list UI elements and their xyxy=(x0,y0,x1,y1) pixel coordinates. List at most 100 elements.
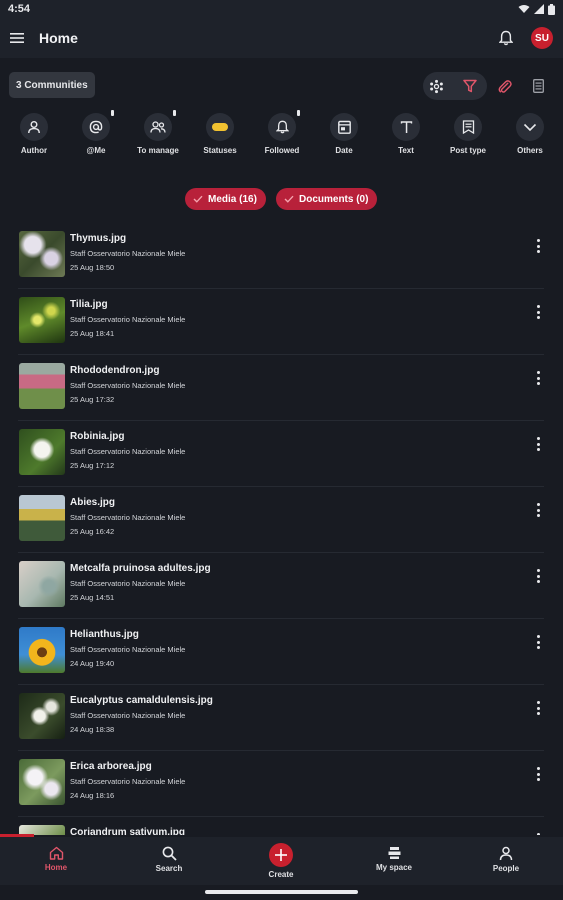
filter-post-type[interactable]: Post type xyxy=(438,113,498,155)
post-type-icon xyxy=(454,113,482,141)
filter-text[interactable]: Text xyxy=(376,113,436,155)
person-icon xyxy=(499,846,513,861)
thumbnail-image xyxy=(19,495,65,541)
nav-label: People xyxy=(492,864,520,873)
item-title: Metcalfa pruinosa adultes.jpg xyxy=(70,563,211,574)
more-options-icon[interactable] xyxy=(534,303,542,321)
nav-home[interactable]: Home xyxy=(21,846,91,872)
more-options-icon[interactable] xyxy=(534,765,542,783)
thumbnail-image xyxy=(19,627,65,673)
status-icons xyxy=(518,3,555,15)
filter-label: Statuses xyxy=(203,146,237,155)
list-item[interactable]: Erica arborea.jpg Staff Osservatorio Naz… xyxy=(18,751,544,817)
toolbar: 3 Communities xyxy=(0,72,563,100)
text-icon xyxy=(392,113,420,141)
bottom-navigation: Home Search Create My space People xyxy=(0,837,563,885)
status-bar: 4:54 xyxy=(0,0,563,18)
chip-documents[interactable]: Documents (0) xyxy=(276,188,378,210)
gesture-handle[interactable] xyxy=(205,890,358,894)
list-item[interactable]: Tilia.jpg Staff Osservatorio Nazionale M… xyxy=(18,289,544,355)
thumbnail-image xyxy=(19,429,65,475)
more-options-icon[interactable] xyxy=(534,237,542,255)
app-bar: Home SU xyxy=(0,18,563,58)
filter-mentions[interactable]: @Me xyxy=(66,110,126,155)
list-view-icon[interactable] xyxy=(530,78,546,94)
filter-label: Author xyxy=(20,146,48,155)
filter-label: Text xyxy=(398,146,414,155)
filter-statuses[interactable]: Statuses xyxy=(190,113,250,155)
list-item[interactable]: Metcalfa pruinosa adultes.jpg Staff Osse… xyxy=(18,553,544,619)
nav-create[interactable]: Create xyxy=(246,843,316,879)
chip-label: Documents (0) xyxy=(299,193,369,205)
menu-icon[interactable] xyxy=(10,32,24,44)
item-date: 25 Aug 17:32 xyxy=(70,395,115,404)
item-date: 25 Aug 18:50 xyxy=(70,263,115,272)
item-title: Helianthus.jpg xyxy=(70,629,139,640)
filter-label: Others xyxy=(517,146,543,155)
item-title: Tilia.jpg xyxy=(70,299,108,310)
item-title: Thymus.jpg xyxy=(70,233,127,244)
filter-to-manage[interactable]: To manage xyxy=(128,110,188,155)
nav-search[interactable]: Search xyxy=(134,846,204,873)
calendar-icon xyxy=(330,113,358,141)
person-icon xyxy=(20,113,48,141)
media-list: Thymus.jpg Staff Osservatorio Nazionale … xyxy=(0,223,563,835)
filter-label: @Me xyxy=(86,146,106,155)
thumbnail-image xyxy=(19,759,65,805)
list-item[interactable]: Coriandrum sativum.jpg xyxy=(18,817,544,835)
item-title: Eucalyptus camaldulensis.jpg xyxy=(70,695,213,706)
network-icon[interactable] xyxy=(428,78,444,94)
item-author: Staff Osservatorio Nazionale Miele xyxy=(70,777,186,786)
list-item[interactable]: Rhododendron.jpg Staff Osservatorio Nazi… xyxy=(18,355,544,421)
nav-label: Search xyxy=(155,864,183,873)
status-time: 4:54 xyxy=(8,3,31,15)
thumbnail-image xyxy=(19,297,65,343)
more-options-icon[interactable] xyxy=(534,567,542,585)
filter-icon[interactable] xyxy=(462,78,478,94)
more-options-icon[interactable] xyxy=(534,435,542,453)
filter-author[interactable]: Author xyxy=(4,113,64,155)
avatar[interactable]: SU xyxy=(531,27,553,49)
item-author: Staff Osservatorio Nazionale Miele xyxy=(70,711,186,720)
list-item[interactable]: Abies.jpg Staff Osservatorio Nazionale M… xyxy=(18,487,544,553)
filter-date[interactable]: Date xyxy=(314,113,374,155)
item-author: Staff Osservatorio Nazionale Miele xyxy=(70,381,186,390)
nav-my-space[interactable]: My space xyxy=(359,846,429,872)
item-date: 25 Aug 16:42 xyxy=(70,527,115,536)
list-item[interactable]: Robinia.jpg Staff Osservatorio Nazionale… xyxy=(18,421,544,487)
list-item[interactable]: Eucalyptus camaldulensis.jpg Staff Osser… xyxy=(18,685,544,751)
thumbnail-image xyxy=(19,693,65,739)
bell-icon xyxy=(268,110,300,141)
item-title: Erica arborea.jpg xyxy=(70,761,152,772)
more-options-icon[interactable] xyxy=(534,369,542,387)
filter-followed[interactable]: Followed xyxy=(252,110,312,155)
more-options-icon[interactable] xyxy=(534,501,542,519)
item-date: 24 Aug 18:16 xyxy=(70,791,115,800)
item-author: Staff Osservatorio Nazionale Miele xyxy=(70,579,186,588)
item-author: Staff Osservatorio Nazionale Miele xyxy=(70,645,186,654)
status-pill-icon xyxy=(206,113,234,141)
nav-label: Home xyxy=(44,863,68,872)
more-options-icon[interactable] xyxy=(534,633,542,651)
media-type-chips: Media (16) Documents (0) xyxy=(0,188,563,210)
nav-label: Create xyxy=(268,870,294,879)
thumbnail-image xyxy=(19,561,65,607)
item-date: 25 Aug 17:12 xyxy=(70,461,115,470)
communities-selector[interactable]: 3 Communities xyxy=(9,72,95,98)
at-icon xyxy=(82,110,114,141)
nav-people[interactable]: People xyxy=(471,846,541,873)
attachment-icon[interactable] xyxy=(496,78,512,94)
list-item[interactable]: Helianthus.jpg Staff Osservatorio Nazion… xyxy=(18,619,544,685)
filter-label: Followed xyxy=(264,146,300,155)
item-author: Staff Osservatorio Nazionale Miele xyxy=(70,315,186,324)
more-options-icon[interactable] xyxy=(534,699,542,717)
filter-label: To manage xyxy=(137,146,179,155)
list-item[interactable]: Thymus.jpg Staff Osservatorio Nazionale … xyxy=(18,223,544,289)
filter-others[interactable]: Others xyxy=(500,113,560,155)
item-date: 25 Aug 14:51 xyxy=(70,593,115,602)
notifications-icon[interactable] xyxy=(499,30,513,46)
filter-label: Date xyxy=(335,146,353,155)
chip-media[interactable]: Media (16) xyxy=(185,188,266,210)
gesture-area xyxy=(0,885,563,900)
item-author: Staff Osservatorio Nazionale Miele xyxy=(70,447,186,456)
